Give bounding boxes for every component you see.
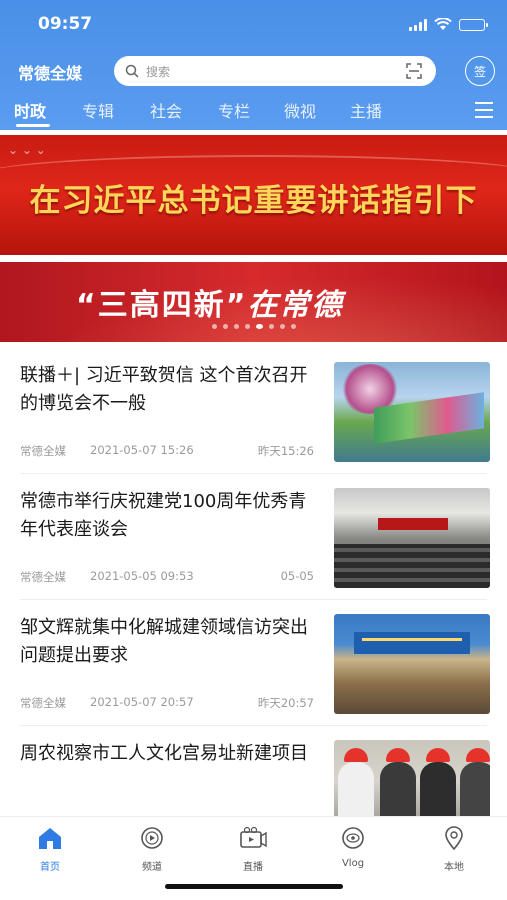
carousel-dot[interactable]	[279, 324, 285, 329]
search-icon	[125, 64, 139, 78]
home-indicator	[165, 884, 343, 889]
nav-label: 直播	[243, 862, 263, 873]
news-title: 常德市举行庆祝建党100周年优秀青年代表座谈会	[20, 491, 307, 540]
news-title: 周农视察市工人文化宫易址新建项目	[20, 743, 308, 764]
play-circle-icon	[141, 827, 163, 849]
birds-decoration-icon: ⌄ ⌄ ⌄	[8, 143, 46, 157]
thumbnail-conference-stage	[354, 632, 470, 654]
news-source: 常德全媒	[20, 570, 66, 584]
carousel-dot[interactable]	[233, 324, 239, 329]
news-item[interactable]: 常德市举行庆祝建党100周年优秀青年代表座谈会 常德全媒 2021-05-05 …	[0, 474, 507, 600]
status-icons	[409, 18, 488, 31]
channel-tabs: 时政 专辑 社会 专栏 微视 主播	[0, 96, 507, 128]
thumbnail-helmet	[466, 748, 490, 762]
thumbnail-audience	[334, 544, 490, 588]
app-header: 09:57 常德全媒 搜索 签 时政 专辑 社会 专栏 微视 主播	[0, 0, 507, 130]
news-thumbnail	[334, 362, 490, 462]
nav-label: 本地	[444, 862, 464, 873]
nav-label: Vlog	[341, 858, 365, 869]
wifi-icon	[434, 18, 452, 30]
status-bar: 09:57	[0, 10, 507, 40]
carousel-dot[interactable]	[222, 324, 228, 329]
nav-home[interactable]: 首页	[10, 825, 90, 873]
news-item[interactable]: 邹文辉就集中化解城建领域信访突出问题提出要求 常德全媒 2021-05-07 2…	[0, 600, 507, 726]
nav-live[interactable]: 直播	[213, 825, 293, 873]
tab-shehui[interactable]: 社会	[150, 98, 182, 122]
news-thumbnail	[334, 614, 490, 714]
news-item[interactable]: 联播＋| 习近平致贺信 这个首次召开的博览会不一般 常德全媒 2021-05-0…	[0, 348, 507, 474]
vlog-icon	[342, 827, 364, 849]
app-logo: 常德全媒	[18, 64, 83, 83]
thumbnail-helmet	[344, 748, 368, 762]
search-placeholder: 搜索	[146, 65, 171, 79]
tab-weishi[interactable]: 微视	[284, 98, 316, 122]
banner-slogan: “三高四新”在常德	[76, 280, 343, 324]
menu-icon[interactable]	[475, 102, 493, 118]
carousel-dot[interactable]	[211, 324, 217, 329]
news-title: 联播＋| 习近平致贺信 这个首次召开的博览会不一般	[20, 365, 308, 414]
nav-vlog[interactable]: Vlog	[313, 825, 393, 869]
status-time: 09:57	[38, 14, 93, 34]
sign-in-button[interactable]: 签	[465, 56, 495, 86]
carousel-dot[interactable]	[244, 324, 250, 329]
carousel-dots	[0, 324, 507, 334]
location-pin-icon	[445, 826, 463, 851]
tab-shizheng[interactable]: 时政	[14, 98, 46, 122]
news-date: 2021-05-07 20:57	[90, 695, 194, 709]
live-camera-icon	[240, 826, 267, 848]
headline-banner[interactable]: ⌄ ⌄ ⌄ 在习近平总书记重要讲话指引下	[0, 135, 507, 255]
slogan-script: 在常德	[247, 288, 344, 323]
slogan-main: “三高四新”	[76, 288, 248, 323]
news-time-ago: 昨天15:26	[257, 444, 314, 458]
nav-label: 首页	[40, 862, 60, 873]
tab-zhubo[interactable]: 主播	[350, 98, 382, 122]
tab-zhuanji[interactable]: 专辑	[82, 98, 114, 122]
news-source: 常德全媒	[20, 444, 66, 458]
scan-icon[interactable]	[406, 63, 422, 79]
battery-icon	[459, 18, 488, 31]
news-title: 邹文辉就集中化解城建领域信访突出问题提出要求	[20, 617, 308, 666]
news-date: 2021-05-07 15:26	[90, 443, 194, 457]
news-date: 2021-05-05 09:53	[90, 569, 194, 583]
nav-channels[interactable]: 频道	[112, 825, 192, 873]
news-time-ago: 05-05	[280, 569, 314, 583]
thumbnail-helmet	[426, 748, 450, 762]
search-row: 常德全媒 搜索 签	[0, 54, 507, 88]
cellular-signal-icon	[409, 18, 427, 31]
nav-label: 频道	[142, 862, 162, 873]
thumbnail-meeting-banner	[378, 518, 448, 530]
carousel-dot-active[interactable]	[255, 324, 263, 329]
banner-headline: 在习近平总书记重要讲话指引下	[29, 183, 478, 219]
tab-zhuanlan[interactable]: 专栏	[218, 98, 250, 122]
news-thumbnail	[334, 488, 490, 588]
nav-local[interactable]: 本地	[414, 825, 494, 873]
home-icon	[39, 828, 61, 849]
news-source: 常德全媒	[20, 696, 66, 710]
news-time-ago: 昨天20:57	[257, 696, 314, 710]
active-tab-indicator	[16, 124, 50, 127]
search-input[interactable]: 搜索	[114, 56, 436, 86]
carousel-dot[interactable]	[290, 324, 296, 329]
carousel-dot[interactable]	[268, 324, 274, 329]
thumbnail-helmet	[386, 748, 410, 762]
